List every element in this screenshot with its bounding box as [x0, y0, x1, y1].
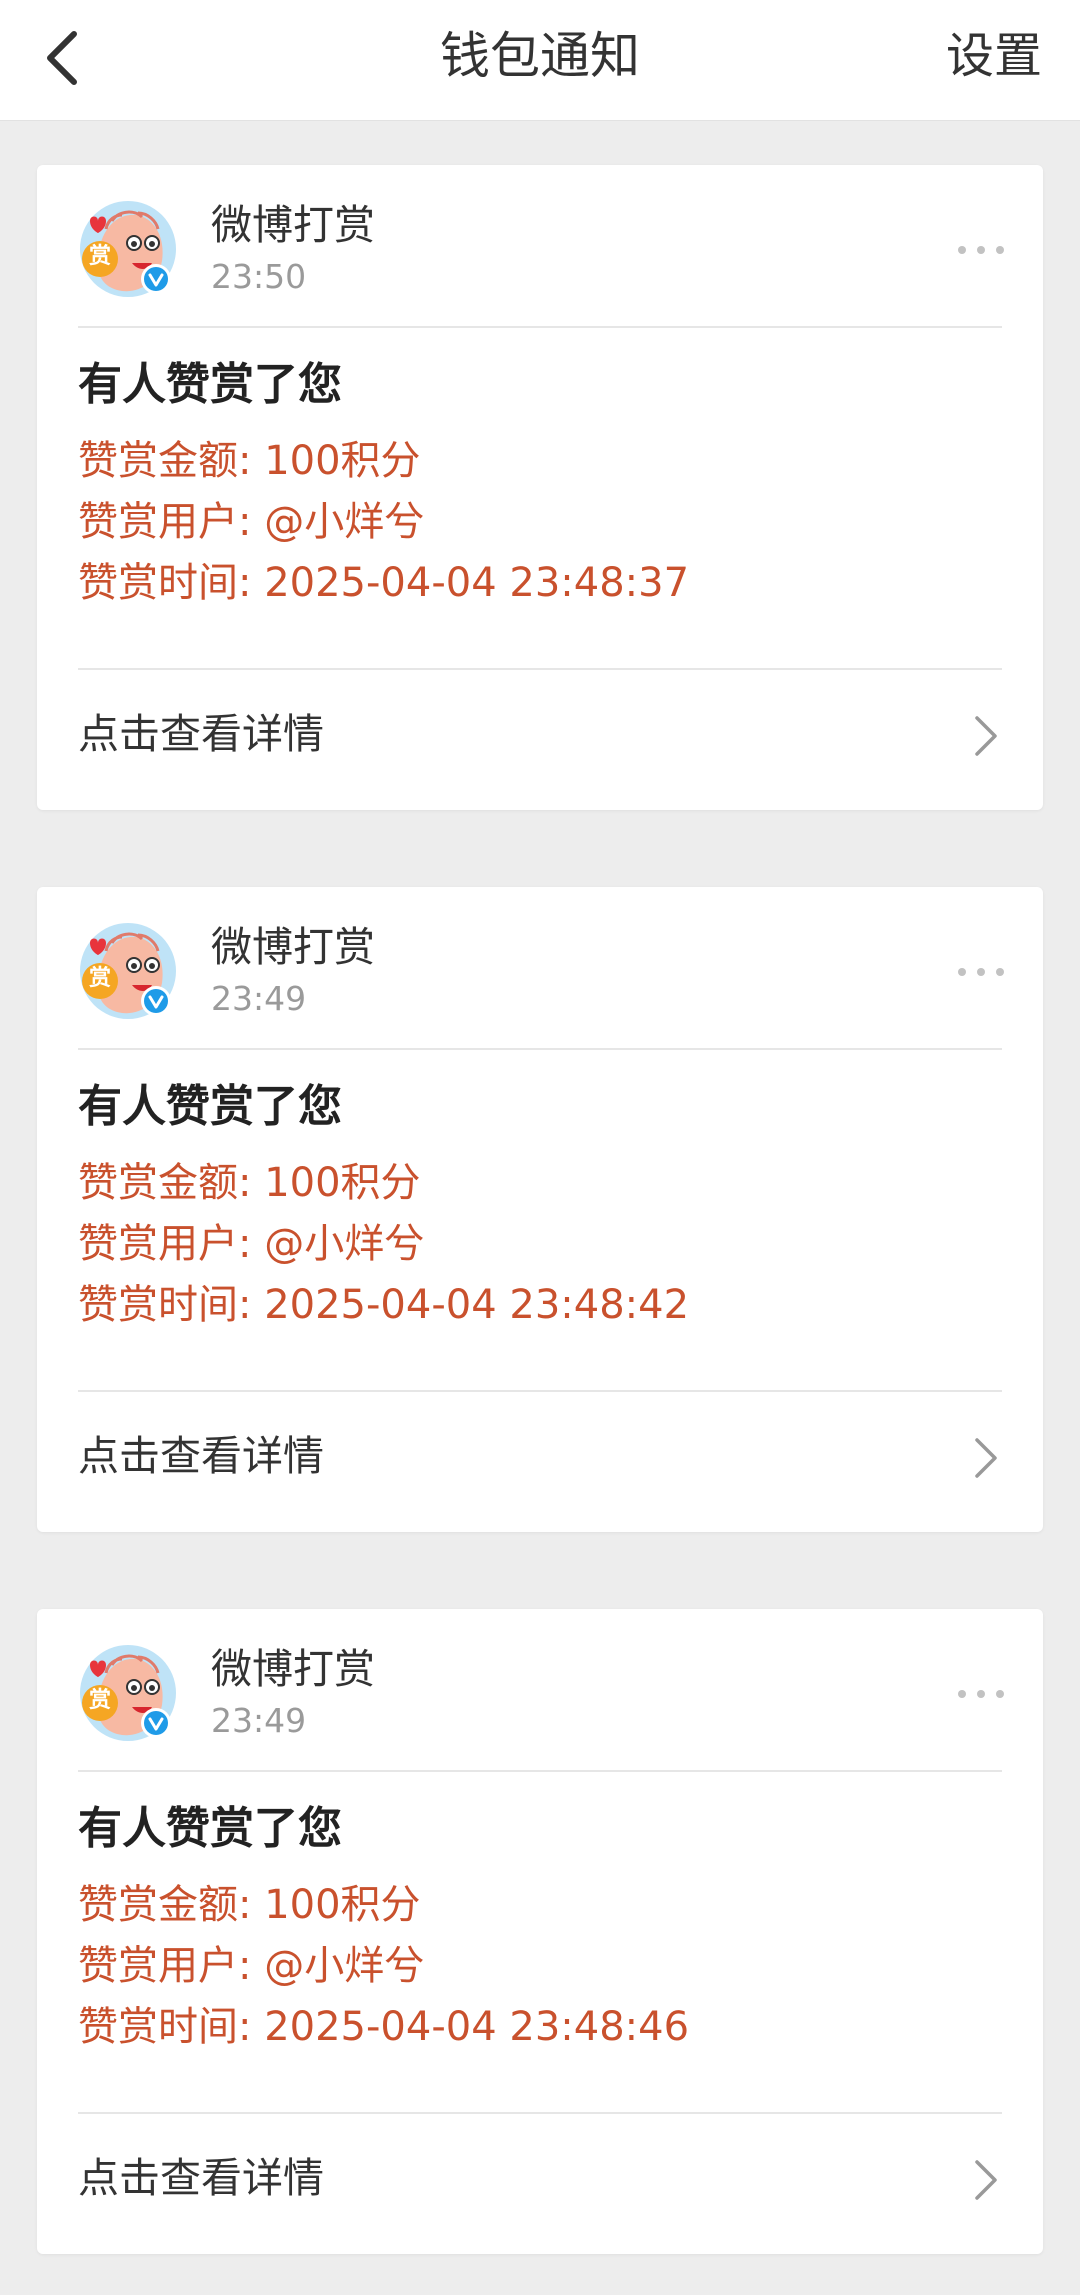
settings-button[interactable]: 设置 [946, 0, 1042, 112]
chevron-left-icon [47, 31, 77, 85]
avatar-badge-text: 赏 [88, 966, 111, 991]
reward-time: 赞赏时间: 2025-04-04 23:48:42 [78, 1282, 690, 1328]
sender-name: 微博打赏 [211, 1645, 375, 1693]
more-dots-icon [958, 246, 1004, 254]
reward-user: 赞赏用户: @小烊兮 [78, 1943, 425, 1989]
reward-amount: 赞赏金额: 100积分 [78, 1882, 421, 1928]
timestamp: 23:50 [211, 257, 307, 296]
card-header: 赏 微博打赏 23:50 [37, 165, 1043, 325]
card-header: 赏 微博打赏 23:49 [37, 1609, 1043, 1769]
view-details-label: 点击查看详情 [78, 2154, 324, 2202]
back-button[interactable] [32, 28, 92, 88]
more-button[interactable] [951, 225, 1011, 275]
notification-card: 赏 微博打赏 23:49 有人赞赏了您 赞赏金额: 100积分 赞赏用户: @小… [37, 887, 1043, 1532]
notification-title: 有人赞赏了您 [78, 359, 342, 410]
top-nav-bar: 钱包通知 设置 [0, 0, 1080, 121]
avatar-badge-text: 赏 [88, 1688, 111, 1713]
view-details-link[interactable]: 点击查看详情 [37, 670, 1043, 810]
timestamp: 23:49 [211, 979, 307, 1018]
view-details-link[interactable]: 点击查看详情 [37, 2114, 1043, 2254]
reward-time: 赞赏时间: 2025-04-04 23:48:46 [78, 2004, 690, 2050]
more-button[interactable] [951, 947, 1011, 997]
more-button[interactable] [951, 1669, 1011, 1719]
avatar-badge-text: 赏 [88, 244, 111, 269]
avatar[interactable]: 赏 [78, 199, 178, 299]
chevron-right-icon [975, 2160, 997, 2200]
reward-amount: 赞赏金额: 100积分 [78, 1160, 421, 1206]
sender-name: 微博打赏 [211, 923, 375, 971]
reward-amount: 赞赏金额: 100积分 [78, 438, 421, 484]
reward-user: 赞赏用户: @小烊兮 [78, 1221, 425, 1267]
divider [78, 326, 1002, 328]
view-details-label: 点击查看详情 [78, 1432, 324, 1480]
card-header: 赏 微博打赏 23:49 [37, 887, 1043, 1047]
divider [78, 1770, 1002, 1772]
avatar[interactable]: 赏 [78, 1643, 178, 1743]
sender-name: 微博打赏 [211, 201, 375, 249]
notification-card: 赏 微博打赏 23:49 有人赞赏了您 赞赏金额: 100积分 赞赏用户: @小… [37, 1609, 1043, 2254]
chevron-right-icon [975, 1438, 997, 1478]
more-dots-icon [958, 968, 1004, 976]
notification-title: 有人赞赏了您 [78, 1803, 342, 1854]
reward-time: 赞赏时间: 2025-04-04 23:48:37 [78, 560, 690, 606]
page-title: 钱包通知 [440, 27, 640, 85]
more-dots-icon [958, 1690, 1004, 1698]
chevron-right-icon [975, 716, 997, 756]
view-details-label: 点击查看详情 [78, 710, 324, 758]
notification-title: 有人赞赏了您 [78, 1081, 342, 1132]
reward-user: 赞赏用户: @小烊兮 [78, 499, 425, 545]
view-details-link[interactable]: 点击查看详情 [37, 1392, 1043, 1532]
avatar[interactable]: 赏 [78, 921, 178, 1021]
divider [78, 1048, 1002, 1050]
timestamp: 23:49 [211, 1701, 307, 1740]
notification-card: 赏 微博打赏 23:50 有人赞赏了您 赞赏金额: 100积分 赞赏用户: @小… [37, 165, 1043, 810]
